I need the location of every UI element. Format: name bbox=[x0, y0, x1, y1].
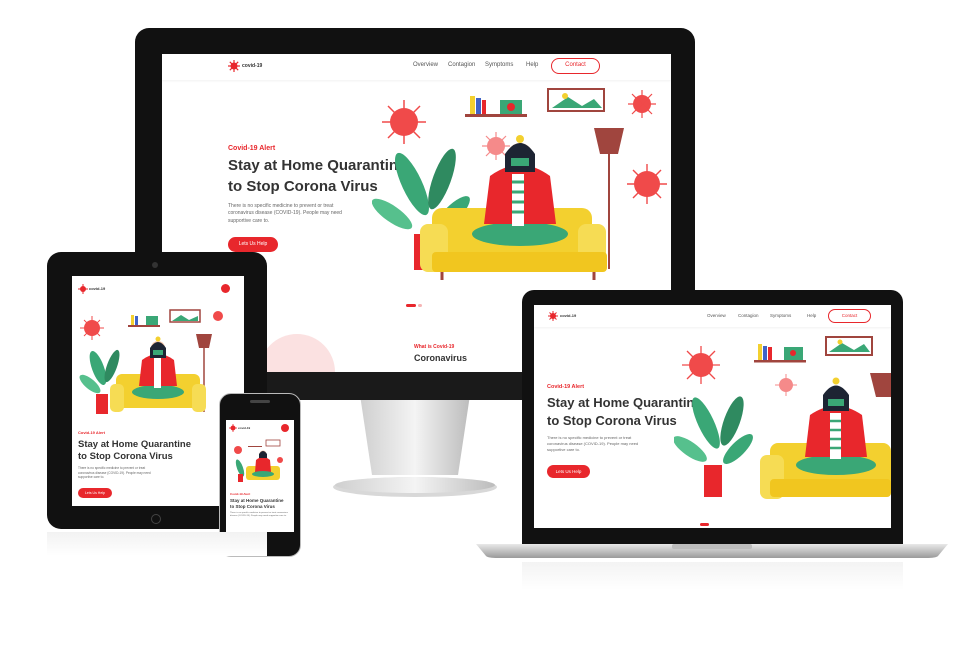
laptop-base bbox=[476, 544, 948, 558]
monitor-stand bbox=[333, 395, 497, 497]
headline-line2: to Stop Corona Virus bbox=[78, 451, 173, 462]
picture-frame-icon bbox=[825, 336, 873, 356]
contact-button[interactable]: Contact bbox=[551, 58, 600, 74]
plant-icon bbox=[235, 459, 245, 482]
body-text: There is no specific medicine to prevent… bbox=[230, 512, 288, 518]
cta-button[interactable]: Lets Us Help bbox=[547, 465, 590, 478]
logo-virus-icon[interactable] bbox=[229, 424, 237, 432]
nav-symptoms[interactable]: Symptoms bbox=[485, 62, 513, 68]
body-text: There is no specific medicine to prevent… bbox=[547, 435, 639, 452]
bookshelf-icon bbox=[128, 315, 160, 327]
body-text: There is no specific medicine to prevent… bbox=[78, 466, 151, 480]
picture-frame-icon bbox=[547, 88, 605, 112]
carousel-dot[interactable] bbox=[418, 304, 422, 307]
headline-line1: Stay at Home Quarantine bbox=[230, 498, 284, 503]
logo-virus-icon[interactable] bbox=[548, 311, 558, 321]
plant-icon bbox=[674, 396, 753, 497]
logo-text[interactable]: covid-19 bbox=[89, 286, 105, 291]
desktop-header: covid-19 Overview Contagion Symptoms Hel… bbox=[162, 54, 671, 80]
hero-illustration bbox=[234, 439, 283, 482]
headline-line2: to Stop Corona Virus bbox=[228, 178, 378, 195]
carousel-dot-active[interactable] bbox=[406, 304, 416, 307]
nav-help[interactable]: Help bbox=[807, 313, 816, 318]
virus-icon bbox=[628, 90, 656, 118]
virus-icon bbox=[627, 164, 667, 204]
cta-button[interactable]: Lets Us Help bbox=[228, 237, 278, 252]
nav-overview[interactable]: Overview bbox=[413, 62, 438, 68]
carousel-dot-active[interactable] bbox=[700, 523, 709, 526]
laptop-reflection bbox=[522, 562, 903, 590]
picture-frame-icon bbox=[265, 439, 281, 447]
nav-help[interactable]: Help bbox=[526, 62, 538, 68]
menu-icon[interactable] bbox=[281, 424, 289, 432]
tablet-home-button[interactable] bbox=[151, 514, 161, 524]
nav-contagion[interactable]: Contagion bbox=[738, 313, 759, 318]
logo-virus-icon[interactable] bbox=[78, 284, 88, 294]
section-title: Coronavirus bbox=[414, 353, 468, 363]
virus-icon bbox=[277, 457, 283, 463]
lamp-icon bbox=[870, 373, 891, 397]
virus-icon bbox=[682, 346, 720, 384]
tablet-reflection bbox=[47, 532, 267, 556]
picture-frame-icon bbox=[169, 309, 201, 323]
woman-figure bbox=[796, 377, 876, 475]
tablet-camera bbox=[152, 262, 158, 268]
woman-figure bbox=[252, 450, 274, 477]
logo-text[interactable]: covid-19 bbox=[242, 63, 262, 69]
virus-icon bbox=[80, 316, 104, 340]
laptop-header: covid-19 Overview Contagion Symptoms Hel… bbox=[534, 305, 891, 327]
section-kicker: What is Covid-19 bbox=[414, 344, 455, 350]
alert-label: Covid-19 Alert bbox=[547, 384, 585, 390]
alert-label: Covid-19 Alert bbox=[78, 430, 105, 435]
bookshelf-icon bbox=[465, 96, 527, 117]
nav-overview[interactable]: Overview bbox=[707, 313, 726, 318]
menu-icon[interactable] bbox=[221, 284, 230, 293]
virus-icon bbox=[259, 334, 335, 372]
nav-symptoms[interactable]: Symptoms bbox=[770, 313, 791, 318]
alert-label: Covid-19 Alert bbox=[230, 492, 251, 496]
bookshelf-icon bbox=[248, 446, 262, 447]
logo-text[interactable]: covid-19 bbox=[560, 313, 576, 318]
contact-button[interactable]: Contact bbox=[828, 309, 871, 323]
nav-contagion[interactable]: Contagion bbox=[448, 62, 475, 68]
woman-figure bbox=[472, 135, 568, 246]
body-text: There is no specific medicine to prevent… bbox=[228, 203, 342, 224]
hero-illustration bbox=[674, 336, 891, 499]
headline-line2: to Stop Corona Virus bbox=[547, 413, 677, 428]
alert-label: Covid-19 Alert bbox=[228, 145, 276, 152]
laptop-screen: covid-19 Overview Contagion Symptoms Hel… bbox=[534, 305, 891, 528]
virus-icon bbox=[382, 100, 426, 144]
logo-text[interactable]: covid-19 bbox=[238, 426, 250, 430]
logo-virus-icon[interactable] bbox=[228, 60, 240, 72]
virus-icon bbox=[775, 374, 797, 396]
virus-icon bbox=[234, 446, 242, 454]
cta-button[interactable]: Lets Us Help bbox=[78, 488, 112, 498]
woman-figure bbox=[132, 336, 184, 399]
bookshelf-icon bbox=[754, 344, 806, 363]
phone-screen: covid-19 Covid-19 Alert Stay at Home Qua… bbox=[226, 420, 294, 532]
hero-illustration bbox=[79, 309, 223, 414]
phone-speaker bbox=[250, 400, 270, 403]
virus-icon bbox=[213, 311, 223, 321]
headline-line2: to Stop Corona Virus bbox=[230, 504, 275, 509]
headline-line1: Stay at Home Quarantine bbox=[78, 439, 191, 450]
hero-illustration bbox=[372, 88, 667, 280]
